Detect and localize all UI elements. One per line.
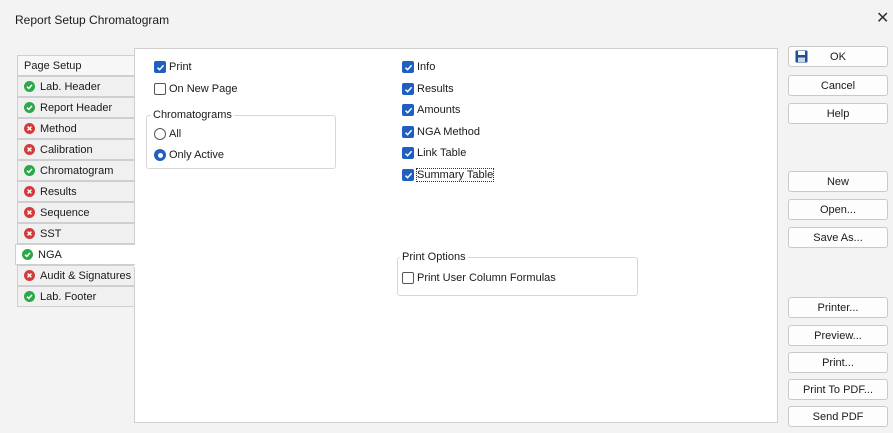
on-new-page-checkbox[interactable]: On New Page <box>154 83 237 95</box>
print-user-column-formulas-checkbox[interactable]: Print User Column Formulas <box>402 272 556 284</box>
radio-all[interactable]: All <box>154 128 181 140</box>
checkmark-icon <box>402 126 414 138</box>
tab-label: Sequence <box>40 206 90 219</box>
tab-label: Lab. Header <box>40 80 101 93</box>
summary-table-checkbox[interactable]: Summary Table <box>402 168 495 182</box>
tab-label: NGA <box>38 248 62 261</box>
printer-button[interactable]: Printer... <box>788 297 888 318</box>
error-circle-icon <box>24 123 35 134</box>
tab-label: SST <box>40 227 62 240</box>
tab-sst[interactable]: SST <box>17 223 134 244</box>
print-label: Print <box>169 61 192 73</box>
nga-method-checkbox[interactable]: NGA Method <box>402 126 480 138</box>
checkmark-icon <box>402 169 414 181</box>
ok-button[interactable]: OK <box>788 46 888 67</box>
results-checkbox[interactable]: Results <box>402 83 454 95</box>
amounts-checkbox[interactable]: Amounts <box>402 104 460 116</box>
checkmark-icon <box>154 61 166 73</box>
checkmark-icon <box>402 83 414 95</box>
tab-content-panel: Print On New Page Chromatograms All Only… <box>134 48 778 423</box>
print-options-group-title: Print Options <box>400 251 468 263</box>
print-to-pdf-button[interactable]: Print To PDF... <box>788 379 888 400</box>
save-as-button[interactable]: Save As... <box>788 227 888 248</box>
tab-label: Page Setup <box>24 59 82 72</box>
new-button[interactable]: New <box>788 171 888 192</box>
check-circle-icon <box>24 291 35 302</box>
tab-lab-footer[interactable]: Lab. Footer <box>17 286 134 307</box>
save-disk-icon <box>795 50 808 66</box>
error-circle-icon <box>24 207 35 218</box>
window-title: Report Setup Chromatogram <box>15 13 170 27</box>
info-checkbox[interactable]: Info <box>402 61 435 73</box>
tab-nga[interactable]: NGA <box>15 244 135 265</box>
close-icon[interactable]: ✕ <box>876 8 889 28</box>
tab-page-setup[interactable]: Page Setup <box>17 55 134 76</box>
tab-label: Chromatogram <box>40 164 114 177</box>
link-table-checkbox[interactable]: Link Table <box>402 147 466 159</box>
tab-label: Calibration <box>40 143 93 156</box>
tab-calibration[interactable]: Calibration <box>17 139 134 160</box>
checkmark-icon <box>402 61 414 73</box>
check-circle-icon <box>22 249 33 260</box>
on-new-page-label: On New Page <box>169 83 238 95</box>
print-checkbox[interactable]: Print <box>154 61 192 73</box>
check-circle-icon <box>24 81 35 92</box>
print-button[interactable]: Print... <box>788 352 888 373</box>
tab-lab-header[interactable]: Lab. Header <box>17 76 134 97</box>
preview-button[interactable]: Preview... <box>788 325 888 346</box>
tab-method[interactable]: Method <box>17 118 134 139</box>
tab-label: Lab. Footer <box>40 290 97 303</box>
tab-label: Method <box>40 122 77 135</box>
checkmark-icon <box>402 104 414 116</box>
tab-report-header[interactable]: Report Header <box>17 97 134 118</box>
radio-only-active[interactable]: Only Active <box>154 149 224 161</box>
error-circle-icon <box>24 144 35 155</box>
check-circle-icon <box>24 102 35 113</box>
tab-label: Report Header <box>40 101 113 114</box>
error-circle-icon <box>24 270 35 281</box>
send-pdf-button[interactable]: Send PDF <box>788 406 888 427</box>
tab-label: Audit & Signatures <box>40 269 132 282</box>
tab-audit-signatures[interactable]: Audit & Signatures <box>17 265 134 286</box>
tab-results[interactable]: Results <box>17 181 134 202</box>
checkmark-icon <box>402 147 414 159</box>
error-circle-icon <box>24 186 35 197</box>
check-circle-icon <box>24 165 35 176</box>
title-bar: Report Setup Chromatogram ✕ <box>0 0 893 40</box>
radio-all-label: All <box>169 128 182 140</box>
tab-label: Results <box>40 185 77 198</box>
open-button[interactable]: Open... <box>788 199 888 220</box>
radio-only-active-label: Only Active <box>169 149 225 161</box>
tab-chromatogram[interactable]: Chromatogram <box>17 160 134 181</box>
chromatograms-group-title: Chromatograms <box>151 109 234 121</box>
cancel-button[interactable]: Cancel <box>788 75 888 96</box>
tab-sequence[interactable]: Sequence <box>17 202 134 223</box>
help-button[interactable]: Help <box>788 103 888 124</box>
error-circle-icon <box>24 228 35 239</box>
